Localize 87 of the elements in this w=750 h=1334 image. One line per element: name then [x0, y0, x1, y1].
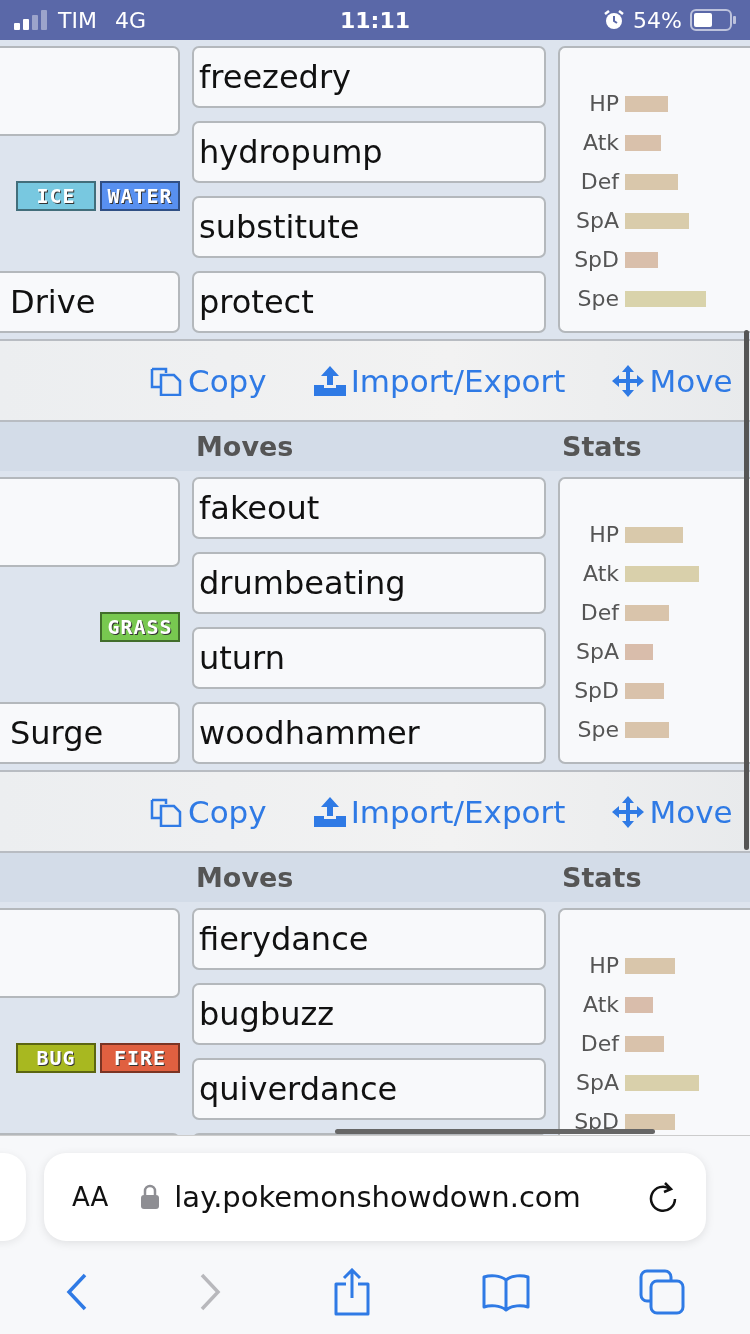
battery-icon: [690, 9, 736, 31]
stat-label: SpD: [573, 1109, 619, 1134]
back-button[interactable]: [64, 1272, 89, 1312]
nickname-field[interactable]: [0, 908, 180, 998]
move-field[interactable]: fakeout: [192, 477, 546, 539]
stat-label: Atk: [581, 130, 619, 155]
stat-bar: [625, 1035, 664, 1052]
moves-heading: Moves: [195, 431, 295, 462]
move-field[interactable]: bugbuzz: [192, 983, 546, 1045]
import-export-link[interactable]: Import/Export: [312, 793, 566, 830]
upload-icon: [312, 795, 347, 828]
stat-label: SpD: [573, 247, 619, 272]
nickname-field[interactable]: [0, 477, 180, 567]
stat-bar: [625, 251, 658, 268]
nickname-field[interactable]: [0, 46, 180, 136]
copy-link[interactable]: Copy: [150, 362, 267, 399]
ability-field[interactable]: Drive: [0, 271, 180, 333]
moves-heading: Moves: [195, 862, 295, 893]
stats-panel[interactable]: HP Atk Def SpA SpD: [558, 908, 750, 1135]
stat-label: HP: [588, 953, 619, 978]
stat-label: Spe: [576, 286, 619, 311]
stat-bar: [625, 604, 669, 621]
battery-percent: 54%: [633, 7, 682, 33]
stat-bar: [625, 173, 678, 190]
stat-label: SpA: [575, 208, 619, 233]
stat-bar: [625, 526, 683, 543]
stat-bar: [625, 212, 689, 229]
move-field[interactable]: drumbeating: [192, 552, 546, 614]
address-bar[interactable]: AA lay.pokemonshowdown.com: [44, 1153, 706, 1241]
type-badge: GRASS: [100, 612, 180, 642]
stat-label: SpA: [575, 1070, 619, 1095]
stats-panel[interactable]: HP Atk Def SpA SpD Spe: [558, 46, 750, 333]
stat-label: Atk: [581, 992, 619, 1017]
move-field[interactable]: hydropump: [192, 121, 546, 183]
move-field[interactable]: freezedry: [192, 46, 546, 108]
type-badge: WATER: [100, 181, 180, 211]
url-text: lay.pokemonshowdown.com: [174, 1180, 582, 1214]
lock-icon: [140, 1184, 161, 1210]
move-field[interactable]: uturn: [192, 627, 546, 689]
reload-icon[interactable]: [648, 1181, 678, 1213]
stat-bar: [625, 996, 653, 1013]
stats-heading: Stats: [561, 431, 643, 462]
copy-icon: [150, 796, 184, 827]
copy-link[interactable]: Copy: [150, 793, 267, 830]
share-button[interactable]: [332, 1268, 372, 1316]
stat-label: Spe: [576, 717, 619, 742]
ability-field[interactable]: Surge: [0, 702, 180, 764]
alarm-icon: [603, 9, 626, 31]
stat-label: Atk: [581, 561, 619, 586]
stat-bar: [625, 957, 675, 974]
move-field[interactable]: fierydance: [192, 908, 546, 970]
move-link[interactable]: Move: [611, 362, 733, 399]
text-size-button[interactable]: AA: [72, 1182, 109, 1212]
stat-bar: [625, 721, 669, 738]
copy-icon: [150, 365, 184, 396]
move-icon: [611, 363, 646, 398]
stats-panel[interactable]: HP Atk Def SpA SpD Spe: [558, 477, 750, 764]
stat-bar: [625, 682, 664, 699]
stat-label: SpD: [573, 678, 619, 703]
stat-label: SpA: [575, 639, 619, 664]
stat-label: HP: [588, 522, 619, 547]
clock-time: 11:11: [340, 7, 410, 33]
stat-bar: [625, 95, 668, 112]
stat-label: Def: [579, 1031, 619, 1056]
bookmarks-button[interactable]: [481, 1272, 530, 1312]
stat-bar: [625, 134, 662, 151]
type-badge: ICE: [16, 181, 96, 211]
signal-icon: [14, 10, 50, 30]
carrier-name: TIM: [58, 7, 97, 33]
stat-label: Def: [579, 600, 619, 625]
move-field[interactable]: woodhammer: [192, 702, 546, 764]
type-badge: FIRE: [100, 1043, 180, 1073]
tabs-button[interactable]: [639, 1269, 686, 1315]
import-export-link[interactable]: Import/Export: [312, 362, 566, 399]
move-field[interactable]: protect: [192, 271, 546, 333]
type-badge: BUG: [16, 1043, 96, 1073]
move-link[interactable]: Move: [611, 793, 733, 830]
stat-bar: [625, 643, 653, 660]
stat-label: Def: [579, 169, 619, 194]
move-field[interactable]: substitute: [192, 196, 546, 258]
upload-icon: [312, 364, 347, 397]
stat-label: HP: [588, 91, 619, 116]
move-field[interactable]: quiverdance: [192, 1058, 546, 1120]
move-icon: [611, 794, 646, 829]
stat-bar: [625, 1113, 675, 1130]
network-type: 4G: [114, 7, 146, 33]
stats-heading: Stats: [561, 862, 643, 893]
